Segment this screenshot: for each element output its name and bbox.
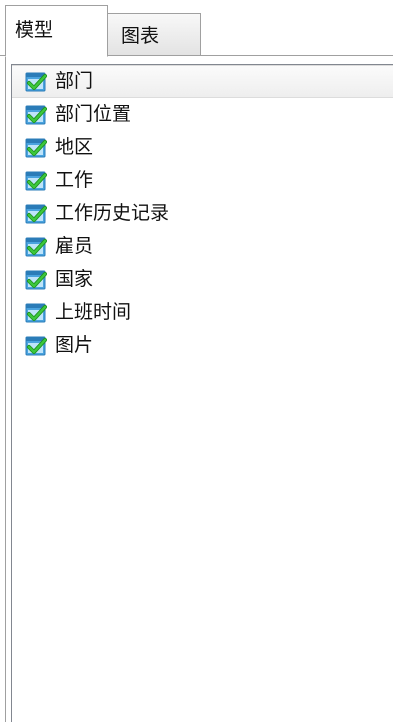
tree-item-label: 国家 (55, 268, 94, 290)
table-check-icon (25, 170, 47, 192)
tab-strip: 模型 图表 (0, 0, 393, 57)
tree-item[interactable]: 部门 (12, 65, 393, 98)
table-check-icon (25, 236, 47, 258)
tree-item[interactable]: 工作 (12, 164, 393, 197)
model-tab-panel: 部门部门位置地区工作工作历史记录 雇员国家上班时间图片 (5, 56, 393, 722)
tab-chart-label: 图表 (121, 25, 160, 47)
table-check-icon (25, 203, 47, 225)
model-tree[interactable]: 部门部门位置地区工作工作历史记录 雇员国家上班时间图片 (11, 64, 393, 722)
tree-item[interactable]: 地区 (12, 131, 393, 164)
table-check-icon (25, 137, 47, 159)
table-check-icon (25, 335, 47, 357)
table-check-icon (25, 302, 47, 324)
table-check-icon (25, 269, 47, 291)
model-explorer: 模型 图表 部门部门位置地区工作工作历史记录 雇员国家上班时间图片 (0, 0, 393, 722)
tree-item-label: 雇员 (55, 235, 94, 257)
tree-item-label: 地区 (55, 136, 94, 158)
tree-item-label: 上班时间 (55, 301, 132, 323)
tree-item[interactable]: 上班时间 (12, 296, 393, 329)
tab-chart[interactable]: 图表 (107, 13, 201, 56)
tree-item-label: 部门位置 (55, 103, 132, 125)
tree-item-label: 部门 (55, 70, 94, 92)
tree-item[interactable]: 图片 (12, 329, 393, 362)
table-check-icon (25, 104, 47, 126)
tree-item[interactable]: 国家 (12, 263, 393, 296)
tree-item[interactable]: 雇员 (12, 230, 393, 263)
table-check-icon (25, 71, 47, 93)
tree-item-label: 工作历史记录 (55, 202, 170, 224)
tab-model-label: 模型 (15, 18, 54, 41)
tree-list: 部门部门位置地区工作工作历史记录 雇员国家上班时间图片 (12, 65, 393, 362)
tab-model[interactable]: 模型 (5, 5, 108, 57)
tree-item[interactable]: 部门位置 (12, 98, 393, 131)
tree-item-label: 工作 (55, 169, 94, 191)
tree-item[interactable]: 工作历史记录 (12, 197, 393, 230)
tree-item-label: 图片 (55, 334, 94, 356)
